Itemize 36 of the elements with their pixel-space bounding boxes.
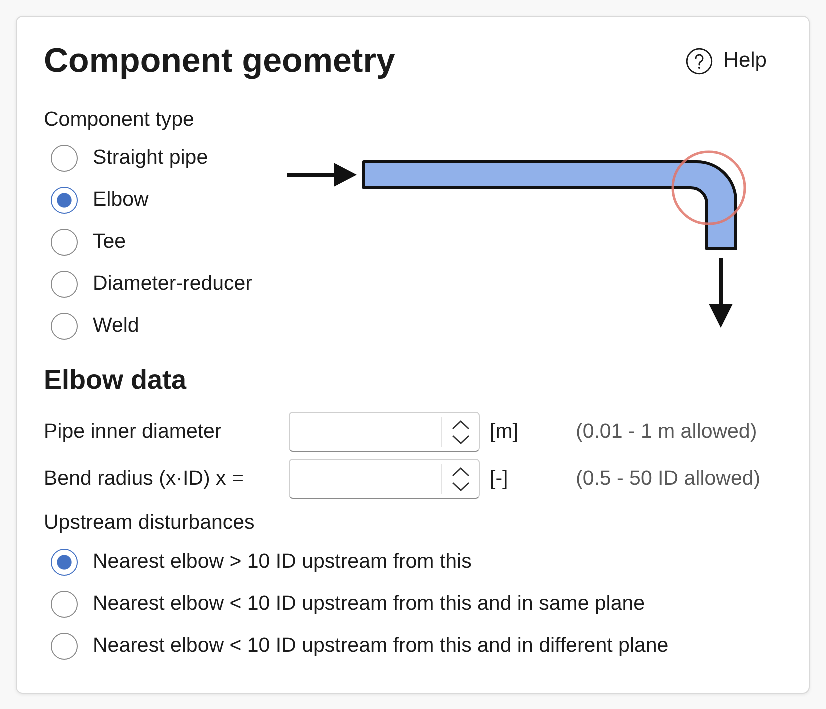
help-icon[interactable]	[686, 48, 713, 74]
chevron-up-icon[interactable]	[452, 420, 470, 430]
radio-label: Nearest elbow < 10 ID upstream from this and in same plane	[93, 591, 646, 617]
radio-button[interactable]	[51, 186, 78, 214]
radio-button[interactable]	[51, 228, 78, 256]
radio-label: Elbow	[93, 187, 149, 213]
field-label: Bend radius (x·ID) x =	[44, 466, 245, 492]
unit-label: [m]	[489, 419, 520, 445]
radio-button[interactable]	[51, 270, 78, 298]
field-label: Pipe inner diameter	[44, 419, 223, 445]
number-field[interactable]	[289, 412, 480, 452]
radio-button[interactable]	[51, 590, 78, 618]
radio-label: Straight pipe	[93, 145, 208, 171]
radio-label: Nearest elbow > 10 ID upstream from this	[93, 549, 472, 575]
section-label: Upstream disturbances	[44, 510, 256, 536]
range-hint: (0.5 - 50 ID allowed)	[576, 466, 761, 492]
radio-button[interactable]	[51, 632, 78, 660]
radio-label: Nearest elbow < 10 ID upstream from this and in different plane	[93, 633, 669, 659]
panel-title: Component geometry	[44, 41, 396, 81]
section-heading: Elbow data	[44, 365, 188, 395]
chevron-down-icon[interactable]	[452, 482, 470, 492]
chevron-down-icon[interactable]	[452, 434, 470, 444]
chevron-up-icon[interactable]	[452, 466, 470, 476]
section-label: Component type	[44, 107, 196, 133]
flow-arrow	[709, 258, 733, 328]
radio-label: Tee	[93, 229, 126, 255]
radio-label: Diameter-reducer	[93, 271, 252, 297]
radio-button[interactable]	[51, 548, 78, 576]
unit-label: [-]	[489, 466, 510, 492]
radio-button[interactable]	[51, 144, 78, 172]
number-field[interactable]	[289, 459, 480, 499]
radio-button[interactable]	[51, 312, 78, 340]
flow-arrow	[287, 163, 357, 187]
help-button[interactable]: Help	[686, 48, 767, 74]
radio-label: Weld	[93, 313, 140, 339]
range-hint: (0.01 - 1 m allowed)	[576, 419, 758, 445]
